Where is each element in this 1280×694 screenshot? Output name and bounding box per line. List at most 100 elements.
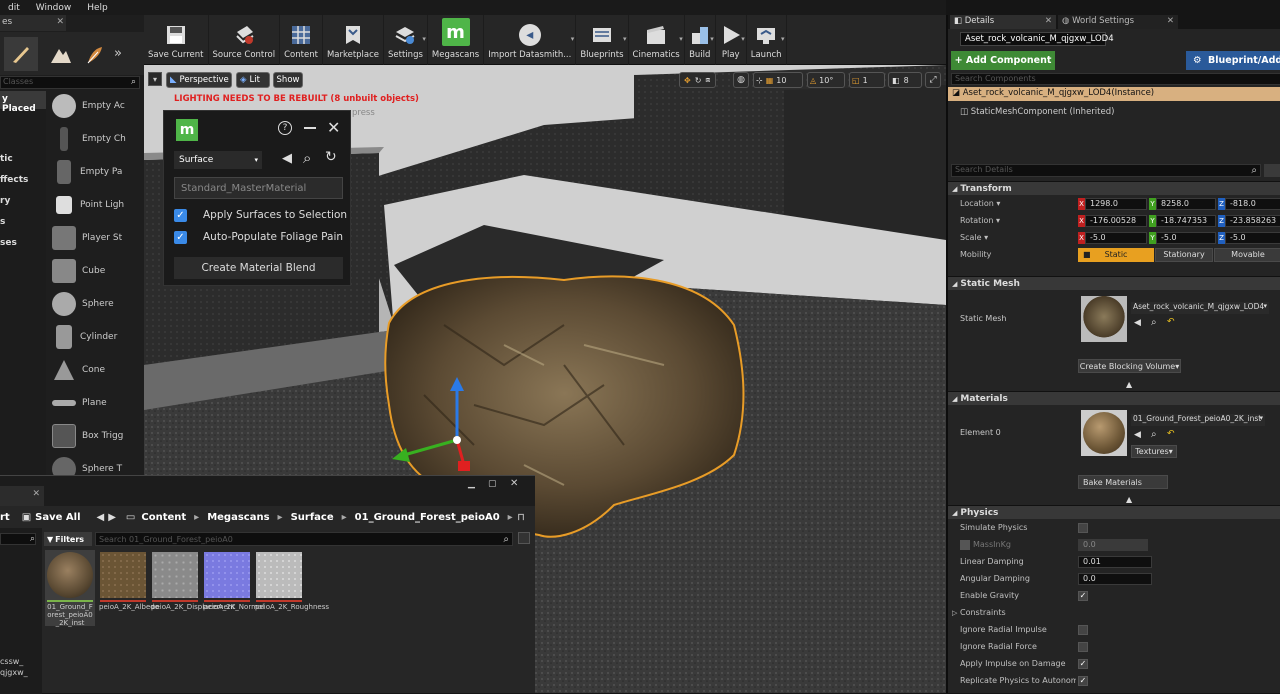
static-mesh-picker[interactable]: Aset_rock_volcanic_M_qjgxw_LOD4 ▾ [1131, 302, 1269, 314]
window-minimize-icon[interactable]: ▁ [468, 479, 475, 489]
breadcrumb-surface[interactable]: Surface [291, 512, 334, 523]
back-arrow-icon[interactable]: ◀ [282, 151, 292, 166]
asset-tile[interactable]: peioA_2K_Displacement [150, 550, 235, 626]
create-blocking-volume-button[interactable]: Create Blocking Volume ▾ [1078, 359, 1181, 373]
play-button[interactable]: Play ▾ [716, 15, 747, 65]
scale-z-input[interactable]: -5.0 [1225, 231, 1280, 244]
content-button[interactable]: Content [280, 15, 323, 65]
translate-tool-icon[interactable]: ✥ [684, 76, 691, 85]
place-item-player-start[interactable]: Player St [0, 221, 144, 254]
window-close-icon[interactable]: ✕ [510, 478, 518, 489]
lock-icon[interactable]: ⊓ [517, 512, 525, 523]
rotation-label[interactable]: Rotation ▾ [960, 216, 1000, 225]
scale-y-input[interactable]: -5.0 [1156, 231, 1216, 244]
place-item-cylinder[interactable]: Cylinder [0, 320, 144, 353]
mesh-thumbnail[interactable] [1081, 296, 1127, 342]
blueprint-script-button[interactable]: ⚙Blueprint/Add S [1186, 51, 1280, 70]
save-search-icon[interactable] [518, 532, 530, 544]
search-icon[interactable]: ⌕ [303, 149, 311, 167]
paint-mode-icon[interactable] [4, 36, 38, 71]
reset-to-default-icon[interactable]: ↶ [1167, 317, 1175, 327]
view-mode-button[interactable]: ◈ Lit [236, 72, 270, 88]
modes-tab[interactable]: es ✕ [0, 15, 66, 31]
browse-search-icon[interactable]: ⌕ [1151, 317, 1157, 328]
forward-nav-icon[interactable]: ▶ [108, 512, 116, 523]
ignore-radial-impulse-checkbox[interactable] [1078, 624, 1088, 635]
import-button[interactable]: rt [0, 512, 10, 523]
minimize-icon[interactable] [304, 127, 316, 129]
rotation-x-input[interactable]: -176.00528 [1085, 214, 1147, 227]
asset-tile[interactable]: peioA_2K_Albedo [98, 550, 159, 626]
scale-snap-icon[interactable]: ◱ [852, 76, 860, 85]
place-item-empty-actor[interactable]: Empty Ac [0, 89, 144, 122]
asset-search-input[interactable]: Search 01_Ground_Forest_peioA0 ⌕ [95, 532, 513, 546]
marketplace-button[interactable]: Marketplace [323, 15, 385, 65]
place-item-box-trigger[interactable]: Box Trigg [0, 419, 144, 452]
save-current-button[interactable]: Save Current [144, 15, 209, 65]
add-component-button[interactable]: + Add Component [951, 51, 1055, 70]
rotation-snap-value[interactable]: 10° [819, 76, 833, 85]
camera-speed-value[interactable]: 1 [863, 76, 868, 85]
scale-x-input[interactable]: -5.0 [1085, 231, 1147, 244]
class-search-input[interactable]: Classes ⌕ [0, 76, 140, 89]
grid-snap-value[interactable]: 10 [776, 76, 786, 85]
rotate-tool-icon[interactable]: ↻ [695, 76, 702, 85]
transform-header[interactable]: ◢ Transform [948, 181, 1280, 195]
master-material-input[interactable]: Standard_MasterMaterial [174, 177, 343, 199]
ignore-radial-force-checkbox[interactable] [1078, 641, 1088, 652]
menu-edit[interactable]: dit [0, 3, 28, 13]
cinematics-button[interactable]: Cinematics ▾ [629, 15, 685, 65]
create-material-blend-button[interactable]: Create Material Blend [174, 257, 343, 279]
textures-dropdown[interactable]: Textures ▾ [1131, 445, 1177, 458]
materials-header[interactable]: ◢ Materials [948, 391, 1280, 405]
tab-details[interactable]: ◧ Details ✕ [950, 15, 1056, 29]
location-x-input[interactable]: 1298.0 [1085, 197, 1147, 210]
breadcrumb-content[interactable]: Content [141, 512, 186, 523]
rotation-snap-icon[interactable]: ◬ [810, 76, 816, 85]
mass-override-checkbox[interactable] [960, 539, 970, 550]
browse-search-icon[interactable]: ⌕ [1151, 429, 1157, 440]
search-components-input[interactable]: Search Components [951, 73, 1280, 85]
expand-modes-icon[interactable]: » [114, 46, 122, 61]
maximize-viewport-icon[interactable]: ⤢ [925, 72, 941, 88]
world-local-icon[interactable]: ◍ [733, 72, 749, 88]
megascans-mode-select[interactable]: Surface ▾ [174, 151, 262, 169]
location-label[interactable]: Location ▾ [960, 199, 1000, 208]
close-icon[interactable]: ✕ [327, 118, 340, 137]
place-item-empty-pawn[interactable]: Empty Pa [0, 155, 144, 188]
asset-tile[interactable]: peioA_2K_Roughness [254, 550, 329, 626]
place-item-plane[interactable]: Plane [0, 386, 144, 419]
apply-surfaces-checkbox[interactable]: ✓ [174, 209, 187, 222]
sources-search-input[interactable]: ⌕ [0, 533, 36, 545]
source-control-button[interactable]: Source Control [209, 15, 281, 65]
scale-label[interactable]: Scale ▾ [960, 233, 988, 242]
place-item-empty-character[interactable]: Empty Ch [0, 122, 144, 155]
surface-snap-icon[interactable]: ⊹ [756, 76, 763, 85]
mobility-static-button[interactable]: ■ Static [1078, 247, 1154, 262]
perspective-button[interactable]: ◣ Perspective [166, 72, 232, 88]
rotation-z-input[interactable]: -23.858263 [1225, 214, 1280, 227]
show-button[interactable]: Show [273, 72, 303, 88]
asset-tile[interactable]: peioA_2K_Normal [202, 550, 264, 626]
place-item-cone[interactable]: Cone [0, 353, 144, 386]
view-options-button[interactable] [1264, 164, 1280, 177]
instance-row[interactable]: ◪ Aset_rock_volcanic_M_qjgxw_LOD4(Instan… [948, 87, 1280, 101]
scale-tool-icon[interactable]: ⧈ [705, 75, 710, 85]
location-y-input[interactable]: 8258.0 [1156, 197, 1216, 210]
material-picker[interactable]: 01_Ground_Forest_peioA0_2K_inst ▾ [1131, 414, 1265, 426]
mobility-movable-button[interactable]: Movable [1214, 247, 1280, 262]
reset-to-default-icon[interactable]: ↶ [1167, 429, 1175, 439]
auto-populate-checkbox[interactable]: ✓ [174, 231, 187, 244]
use-selected-arrow-icon[interactable]: ◀ [1134, 430, 1141, 440]
static-mesh-component-row[interactable]: ◫ StaticMeshComponent (Inherited) [960, 107, 1114, 117]
search-details-input[interactable]: Search Details ⌕ [951, 164, 1261, 177]
filters-button[interactable]: ▼ Filters [44, 532, 92, 546]
expand-advanced-icon[interactable]: ▲ [1126, 380, 1132, 389]
content-browser-tab[interactable]: ✕ [0, 486, 44, 506]
tab-close-icon[interactable]: ✕ [32, 489, 40, 499]
apply-impulse-checkbox[interactable]: ✓ [1078, 658, 1088, 669]
foliage-mode-icon[interactable] [80, 37, 110, 71]
launch-button[interactable]: Launch ▾ [747, 15, 787, 65]
landscape-mode-icon[interactable] [44, 37, 78, 71]
expand-advanced-icon[interactable]: ▲ [1126, 495, 1132, 504]
